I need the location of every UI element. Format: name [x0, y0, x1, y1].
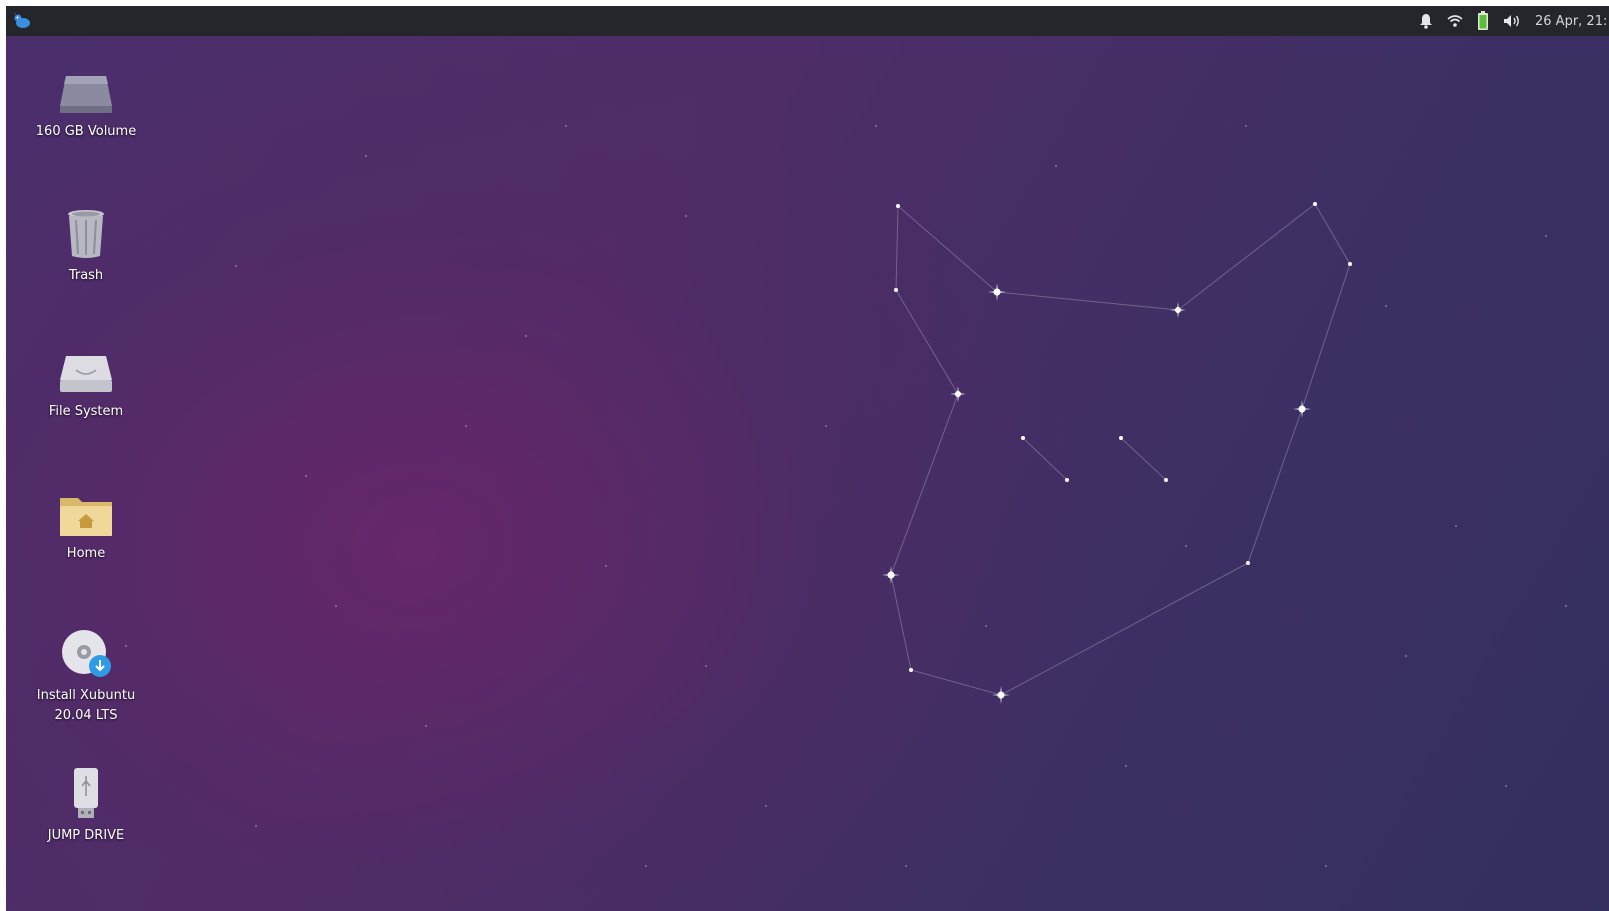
battery-icon: [1478, 11, 1488, 30]
bell-icon: [1420, 14, 1432, 29]
clock[interactable]: 26 Apr, 21:: [1535, 6, 1607, 36]
icon-label: Home: [66, 546, 106, 561]
network-indicator[interactable]: [1447, 6, 1463, 36]
notifications-indicator[interactable]: [1419, 6, 1433, 36]
installer-disc-icon: [62, 630, 111, 677]
desktop-icon-grid: 160 GB Volume Trash File System Home Ins…: [6, 36, 176, 911]
top-panel: 26 Apr, 21:: [6, 6, 1609, 36]
desktop-icon-home[interactable]: Home: [26, 492, 146, 564]
home-folder-icon: [60, 498, 112, 536]
icon-label: JUMP DRIVE: [47, 828, 125, 843]
desktop-icon-160gb-volume[interactable]: 160 GB Volume: [26, 72, 146, 142]
clock-label: 26 Apr, 21:: [1535, 13, 1607, 29]
wallpaper-constellation: [125, 125, 1567, 867]
icon-label: Install Xubuntu 20.04 LTS: [36, 688, 136, 723]
icon-label: 160 GB Volume: [35, 124, 137, 139]
wifi-icon: [1447, 15, 1463, 27]
desktop[interactable]: 26 Apr, 21: 160 GB Volume Trash File Sys…: [6, 6, 1609, 911]
usb-drive-icon: [74, 768, 98, 818]
desktop-icon-install-xubuntu[interactable]: Install Xubuntu 20.04 LTS: [26, 628, 146, 726]
volume-indicator[interactable]: [1503, 6, 1521, 36]
icon-label: File System: [48, 404, 124, 419]
desktop-icon-file-system[interactable]: File System: [26, 352, 146, 422]
trash-icon: [68, 210, 104, 258]
harddisk-icon: [60, 356, 112, 392]
desktop-icon-jump-drive[interactable]: JUMP DRIVE: [26, 766, 146, 846]
system-tray: 26 Apr, 21:: [1419, 6, 1609, 36]
volume-icon: [1504, 15, 1519, 27]
drive-icon: [60, 76, 112, 113]
desktop-icon-trash[interactable]: Trash: [26, 208, 146, 286]
battery-indicator[interactable]: [1477, 6, 1489, 36]
icon-label: Trash: [68, 268, 104, 283]
xubuntu-mouse-icon: [14, 13, 30, 28]
applications-menu-button[interactable]: [12, 11, 32, 31]
